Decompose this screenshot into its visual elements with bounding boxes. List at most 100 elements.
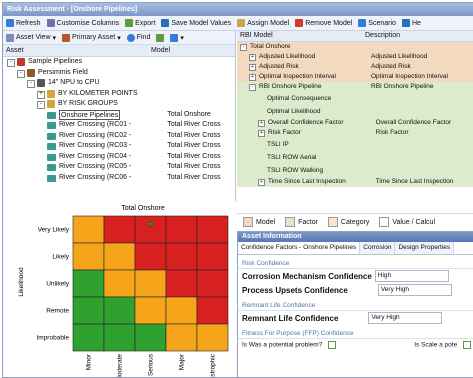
heatmap-cell-unlikely-catastrophic[interactable] xyxy=(196,269,229,298)
tab-corrosion[interactable]: Corrosion xyxy=(360,242,396,254)
asset-column-header[interactable]: Asset xyxy=(3,45,148,56)
rbi-model-row[interactable]: TSLI ROW Aerial xyxy=(237,151,473,164)
heatmap-cell-likely-serious[interactable] xyxy=(134,242,167,271)
collapse-icon[interactable]: - xyxy=(17,69,25,78)
asset-name: Sample Pipelines xyxy=(28,58,83,65)
asset-tree-row[interactable]: River Crossing (RC03 - Total River Cross xyxy=(3,141,235,152)
rbi-model-row[interactable]: TSLI ROW Walking xyxy=(237,164,473,177)
collapse-icon[interactable]: - xyxy=(37,101,45,109)
rbi-model-row[interactable]: + Adjusted Risk Adjusted Risk xyxy=(237,62,473,72)
heatmap-cell-remote-serious[interactable] xyxy=(134,296,167,325)
heatmap-row-label: Remote xyxy=(46,308,69,315)
heatmap-cell-very-likely-major[interactable] xyxy=(165,215,198,244)
rbi-model-row[interactable]: - RBI Onshore Pipeline RBI Onshore Pipelin… xyxy=(237,82,473,92)
folder-icon xyxy=(47,100,55,108)
rbi-model-cell: Optimal Likelihood xyxy=(237,105,376,118)
grid-button[interactable] xyxy=(156,33,165,42)
heatmap-cell-improbable-minor[interactable] xyxy=(72,323,105,352)
heatmap-cell-unlikely-major[interactable] xyxy=(165,269,198,298)
heatmap-cell-very-likely-minor[interactable] xyxy=(72,215,105,244)
asset-model: Total River Cross xyxy=(167,142,221,149)
asset-tree-row[interactable]: - Sample Pipelines xyxy=(3,57,235,68)
asset-tree-row[interactable]: River Crossing (RC02 - Total River Cross xyxy=(3,131,235,142)
rbi-model-cell: + Adjusted Risk xyxy=(237,62,371,72)
heatmap-cell-likely-minor[interactable] xyxy=(72,242,105,271)
heatmap-cell-improbable-serious[interactable] xyxy=(134,323,167,352)
rbi-model-row[interactable]: + Overall Confidence Factor Overall Confid… xyxy=(237,118,473,128)
asset-tree-row[interactable]: Onshore Pipelines Total Onshore xyxy=(3,109,235,120)
asset-tree-row[interactable]: River Crossing (RC01 - Total River Cross xyxy=(3,120,235,131)
asset-tree-row[interactable]: + BY KILOMETER POINTS xyxy=(3,89,235,100)
heatmap-cell-likely-catastrophic[interactable] xyxy=(196,242,229,271)
rbi-model-row[interactable]: + Adjusted Likelihood Adjusted Likelihood xyxy=(237,52,473,62)
heatmap-cell-unlikely-moderate[interactable] xyxy=(103,269,136,298)
rbi-model-row[interactable]: Optimal Consequence xyxy=(237,92,473,105)
asset-tree-row[interactable]: River Crossing (RC06 - Total River Cross xyxy=(3,173,235,184)
toolbar-button-export[interactable]: Export xyxy=(125,19,155,27)
collapse-icon[interactable]: - xyxy=(7,59,15,67)
risk-marker[interactable] xyxy=(148,221,153,227)
toolbar-button-help[interactable]: He xyxy=(401,19,421,27)
expand-icon[interactable]: + xyxy=(37,90,45,99)
collapse-icon[interactable]: - xyxy=(249,84,256,91)
tools-button[interactable]: ▾ xyxy=(170,33,184,42)
rbi-model-column-header[interactable]: RBI Model xyxy=(237,31,362,41)
toolbar-button-remove[interactable]: Remove Model xyxy=(295,19,352,27)
ffp-checkbox-2[interactable] xyxy=(463,341,471,349)
heatmap-cell-remote-minor[interactable] xyxy=(72,296,105,325)
heatmap-cell-improbable-major[interactable] xyxy=(165,323,198,352)
asset-tree-row[interactable]: River Crossing (RC04 - Total River Cross xyxy=(3,152,235,163)
model-column-header[interactable]: Model xyxy=(148,45,231,56)
expand-icon[interactable]: + xyxy=(258,120,265,127)
heatmap-cell-remote-moderate[interactable] xyxy=(103,296,136,325)
heatmap-cell-improbable-moderate[interactable] xyxy=(103,323,136,352)
heatmap-cell-unlikely-minor[interactable] xyxy=(72,269,105,298)
expand-icon[interactable]: + xyxy=(249,54,256,61)
rbi-model-row[interactable]: TSLI IP xyxy=(237,138,473,151)
asset-tree-row[interactable]: - 14" NPU to CPU xyxy=(3,78,235,89)
ffp-checkbox-1[interactable] xyxy=(328,341,337,349)
expand-icon[interactable]: + xyxy=(258,130,265,137)
heatmap-col-label: Minor xyxy=(86,353,93,370)
find-button[interactable]: Find xyxy=(126,33,150,42)
toolbar-button-save[interactable]: Save Model Values xyxy=(161,19,231,27)
asset-tree-row[interactable]: - BY RISK GROUPS xyxy=(3,99,235,110)
field-value-input[interactable]: Very High xyxy=(368,312,443,324)
expand-icon[interactable]: + xyxy=(249,74,256,81)
heatmap-cell-very-likely-catastrophic[interactable] xyxy=(196,215,229,244)
toolbar-button-columns[interactable]: Customise Columns xyxy=(46,19,119,27)
primary-asset-button[interactable]: Primary Asset ▾ xyxy=(62,33,121,42)
toolbar-button-assign[interactable]: Assign Model xyxy=(237,19,289,27)
collapse-icon[interactable]: - xyxy=(240,44,247,51)
rbi-model-row[interactable]: Optimal Likelihood xyxy=(237,105,473,118)
heatmap-cell-likely-major[interactable] xyxy=(165,242,198,271)
tab-confidence[interactable]: Confidence Factors - Onshore Pipelines xyxy=(238,242,361,254)
collapse-icon[interactable]: - xyxy=(27,80,35,88)
field-value-input[interactable]: High xyxy=(374,270,449,282)
rbi-model-row[interactable]: + Optimal Inspection Interval Optimal Insp… xyxy=(237,72,473,82)
heatmap-cell-unlikely-serious[interactable] xyxy=(134,269,167,298)
asset-cell: + BY KILOMETER POINTS xyxy=(3,89,164,100)
field-value-input[interactable]: Very High xyxy=(377,284,452,296)
tab-design[interactable]: Design Properties xyxy=(395,242,455,254)
heatmap-cell-improbable-catastrophic[interactable] xyxy=(196,323,229,352)
expand-icon[interactable]: + xyxy=(258,179,265,186)
heatmap-cell-likely-moderate[interactable] xyxy=(103,242,136,271)
description-column-header[interactable]: Description xyxy=(362,31,467,41)
asset-tree-row[interactable]: - Persimmis Field xyxy=(3,68,235,79)
asset-view-button[interactable]: Asset View ▾ xyxy=(6,33,56,42)
toolbar-button-refresh[interactable]: Refresh xyxy=(6,19,41,27)
expand-icon[interactable]: + xyxy=(249,64,256,71)
heatmap-cell-remote-catastrophic[interactable] xyxy=(196,296,229,325)
asset-name: 14" NPU to CPU xyxy=(48,79,100,86)
rbi-model-row[interactable]: + Time Since Last Inspection Time Since La… xyxy=(237,177,473,187)
rbi-model-row[interactable]: + Risk Factor Risk Factor xyxy=(237,128,473,138)
rbi-model-row[interactable]: - Total Onshore xyxy=(237,42,473,52)
toolbar-button-scenario[interactable]: Scenario xyxy=(358,19,396,27)
heatmap-cell-remote-major[interactable] xyxy=(165,296,198,325)
grid-icon xyxy=(156,33,165,42)
asset-tree-row[interactable]: River Crossing (RC05 - Total River Cross xyxy=(3,162,235,173)
heatmap-cell-very-likely-moderate[interactable] xyxy=(103,215,136,244)
heatmap-cell-very-likely-serious[interactable] xyxy=(134,215,167,244)
asset-tree-header: Asset Model xyxy=(3,45,235,57)
